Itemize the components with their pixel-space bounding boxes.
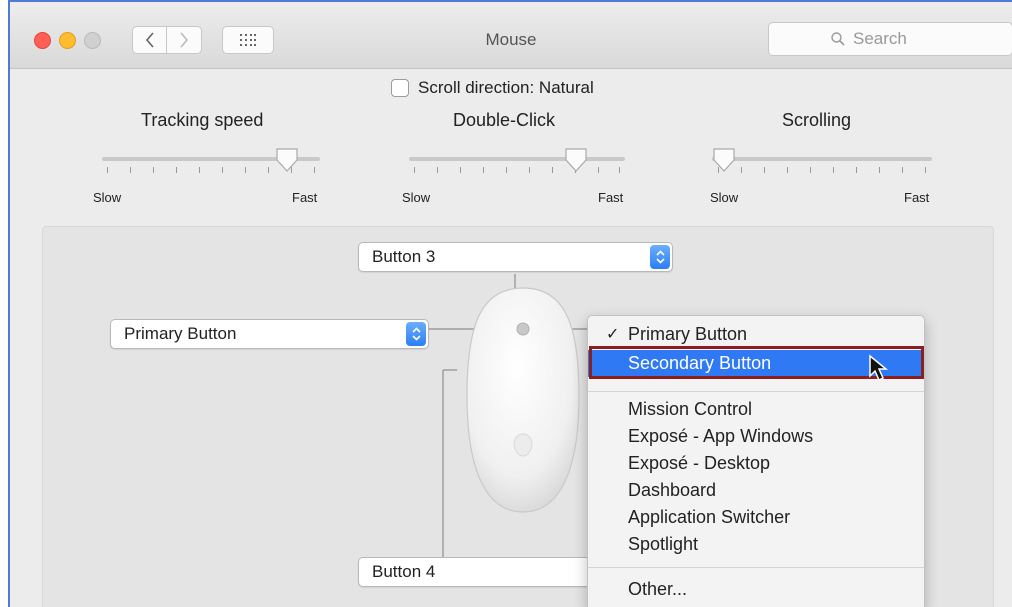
bottom-button-popup-value: Button 4 (372, 562, 436, 581)
up-down-arrows-icon (655, 250, 665, 264)
checkmark-icon: ✓ (606, 326, 620, 343)
top-button-popup-value: Button 3 (372, 247, 436, 266)
menu-item-application-switcher[interactable]: Application Switcher (588, 504, 924, 531)
menu-item-dashboard[interactable]: Dashboard (588, 477, 924, 504)
menu-item-label: Application Switcher (628, 507, 791, 527)
menu-item-label: Exposé - Desktop (628, 453, 771, 473)
menu-item-expose-desktop[interactable]: Exposé - Desktop (588, 450, 924, 477)
menu-item-label: Exposé - App Windows (628, 426, 814, 446)
menu-item-label: Other... (628, 579, 688, 599)
menu-item-expose-app-windows[interactable]: Exposé - App Windows (588, 423, 924, 450)
mouse-preferences-window: Mouse Search Scroll direction: Natural T… (8, 0, 1012, 607)
top-button-popup-stepper (650, 245, 670, 269)
menu-item-label: Spotlight (628, 534, 699, 554)
menu-item-spotlight[interactable]: Spotlight (588, 531, 924, 558)
bottom-button-popup[interactable]: Button 4 (358, 557, 598, 587)
menu-separator (588, 391, 924, 392)
left-button-popup[interactable]: Primary Button (110, 319, 429, 349)
up-down-arrows-icon (411, 327, 421, 341)
menu-item-mission-control[interactable]: Mission Control (588, 396, 924, 423)
left-button-popup-stepper (406, 322, 426, 346)
menu-item-label: Primary Button (628, 324, 748, 344)
menu-separator (588, 567, 924, 568)
mouse-cursor-icon (869, 354, 889, 382)
left-button-popup-value: Primary Button (124, 324, 237, 343)
menu-item-label: Mission Control (628, 399, 753, 419)
menu-item-label: Dashboard (628, 480, 717, 500)
mouse-image (466, 287, 580, 513)
menu-item-primary-button[interactable]: ✓ Primary Button (588, 321, 924, 348)
menu-item-other[interactable]: Other... (588, 576, 924, 603)
top-button-popup[interactable]: Button 3 (358, 242, 673, 272)
